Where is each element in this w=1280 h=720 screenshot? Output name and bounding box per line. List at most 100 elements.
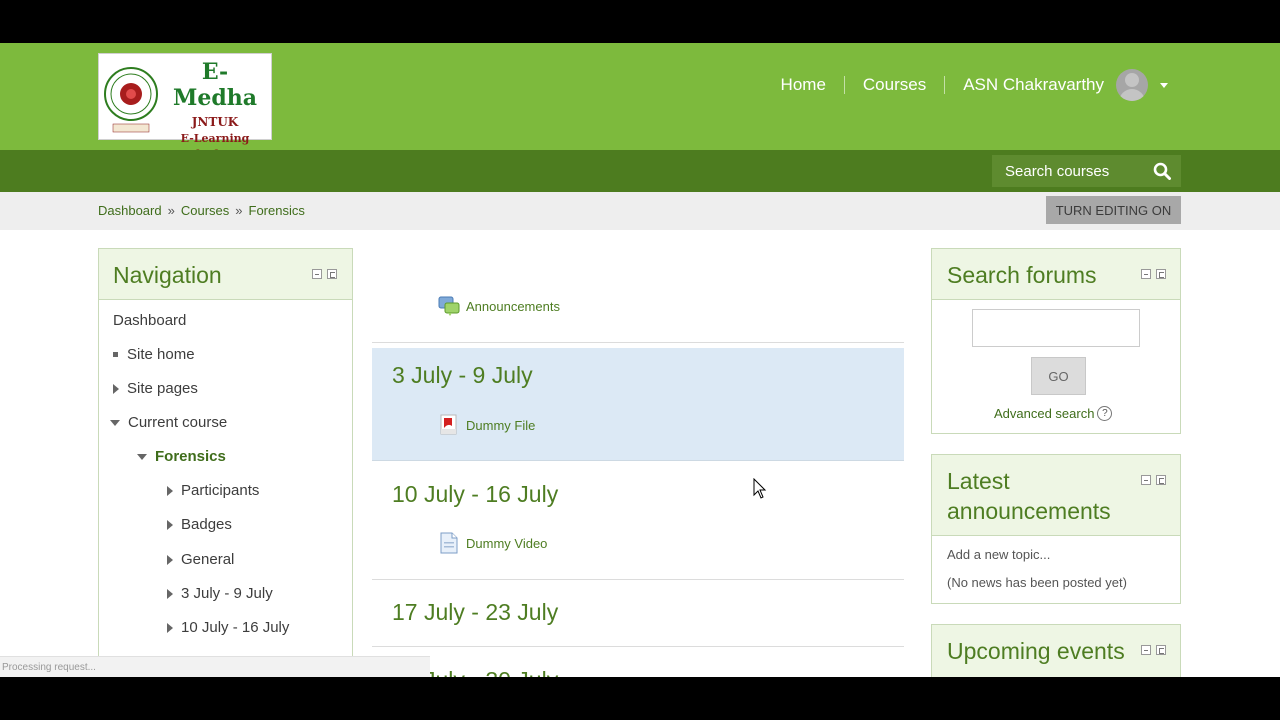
user-menu-name[interactable]: ASN Chakravarthy [963, 75, 1104, 95]
navigation-block-header: Navigation [99, 249, 352, 300]
expand-arrow-icon[interactable] [167, 622, 173, 633]
nav-item-label: Dashboard [113, 312, 187, 329]
go-button[interactable]: GO [1031, 357, 1086, 395]
section-title-week-1[interactable]: 3 July - 9 July [392, 362, 533, 389]
nav-item-label: Forensics [155, 448, 226, 465]
search-icon[interactable] [1153, 162, 1171, 180]
bullet-icon [113, 352, 118, 357]
expand-arrow-icon[interactable] [167, 554, 173, 565]
dock-icon[interactable] [327, 269, 337, 279]
breadcrumb-dashboard[interactable]: Dashboard [98, 203, 162, 218]
help-icon[interactable]: ? [1097, 406, 1113, 421]
forum-icon [438, 296, 460, 316]
collapse-arrow-icon[interactable] [110, 419, 120, 426]
site-logo[interactable]: E-Medha JNTUK E-Learning Platform [98, 53, 272, 161]
nav-item-label: General [181, 551, 235, 568]
section-divider [372, 579, 904, 580]
section-title-week-3[interactable]: 17 July - 23 July [392, 599, 558, 626]
navigation-block: Navigation Dashboard Site home Site page… [98, 248, 353, 677]
expand-arrow-icon[interactable] [167, 485, 173, 496]
latest-announcements-title: Latest announcements [947, 468, 1111, 524]
course-search-bar: Search courses [0, 150, 1280, 192]
activity-dummy-video[interactable]: Dummy Video [438, 532, 547, 554]
section-divider [372, 646, 904, 647]
breadcrumb-bar: Dashboard » Courses » Forensics TURN EDI… [0, 192, 1280, 230]
nav-item-label: 3 July - 9 July [181, 585, 273, 602]
nav-item-label: Badges [181, 516, 232, 533]
minimize-icon[interactable] [312, 269, 322, 279]
activity-label: Dummy File [466, 417, 536, 433]
browser-viewport: E-Medha JNTUK E-Learning Platform Home C… [0, 43, 1280, 677]
search-forums-block: Search forums GO Advanced search ? [931, 248, 1181, 434]
latest-announcements-header: Latest announcements [932, 455, 1180, 536]
section-title-week-2[interactable]: 10 July - 16 July [392, 481, 558, 508]
dock-icon[interactable] [1156, 645, 1166, 655]
nav-item-week-1[interactable]: 3 July - 9 July [167, 585, 273, 602]
nav-item-badges[interactable]: Badges [167, 516, 232, 533]
nav-divider [944, 76, 946, 94]
collapse-arrow-icon[interactable] [137, 453, 147, 460]
expand-arrow-icon[interactable] [113, 383, 119, 394]
search-courses-field[interactable]: Search courses [992, 155, 1181, 187]
activity-label: Announcements [466, 298, 560, 314]
pdf-icon [440, 414, 457, 435]
nav-item-label: Current course [128, 414, 228, 431]
logo-text: E-Medha JNTUK E-Learning Platform [161, 59, 269, 163]
section-divider [372, 342, 904, 343]
nav-item-label: Site pages [127, 380, 198, 397]
upcoming-events-block: Upcoming events [931, 624, 1181, 677]
activity-label: Dummy Video [466, 535, 548, 551]
minimize-icon[interactable] [1141, 645, 1151, 655]
nav-courses-link[interactable]: Courses [863, 75, 926, 95]
site-header: E-Medha JNTUK E-Learning Platform Home C… [0, 43, 1280, 161]
chevron-down-icon[interactable] [1160, 82, 1168, 88]
university-seal-icon [104, 67, 158, 133]
nav-item-participants[interactable]: Participants [167, 482, 259, 499]
browser-status-bar: Processing request... [0, 656, 430, 677]
activity-announcements[interactable]: Announcements [438, 295, 560, 317]
search-courses-placeholder: Search courses [1005, 162, 1110, 180]
expand-arrow-icon[interactable] [167, 519, 173, 530]
activity-dummy-file[interactable]: Dummy File [438, 414, 535, 436]
breadcrumb-courses[interactable]: Courses [181, 203, 229, 218]
breadcrumb-separator: » [235, 203, 243, 218]
upcoming-events-header: Upcoming events [932, 625, 1180, 677]
nav-item-current-course[interactable]: Current course [110, 414, 227, 431]
nav-item-dashboard[interactable]: Dashboard [113, 312, 186, 329]
mouse-cursor-icon [753, 478, 767, 499]
logo-title: E-Medha [173, 59, 257, 111]
search-forums-input[interactable] [972, 309, 1140, 347]
add-new-topic-link[interactable]: Add a new topic... [947, 547, 1050, 562]
search-forums-title: Search forums [947, 262, 1097, 288]
minimize-icon[interactable] [1141, 475, 1151, 485]
nav-item-week-2[interactable]: 10 July - 16 July [167, 619, 289, 636]
nav-divider [843, 76, 845, 94]
breadcrumb-forensics[interactable]: Forensics [249, 203, 305, 218]
no-news-text: (No news has been posted yet) [947, 575, 1127, 590]
minimize-icon[interactable] [1141, 269, 1151, 279]
latest-announcements-block: Latest announcements Add a new topic... … [931, 454, 1181, 604]
turn-editing-on-button[interactable]: TURN EDITING ON [1046, 196, 1181, 224]
nav-item-site-pages[interactable]: Site pages [113, 380, 198, 397]
top-navigation: Home Courses ASN Chakravarthy [781, 69, 1168, 101]
upcoming-events-title: Upcoming events [947, 638, 1125, 664]
file-icon [440, 532, 458, 554]
nav-item-forensics[interactable]: Forensics [137, 448, 226, 465]
nav-item-general[interactable]: General [167, 551, 234, 568]
advanced-search-link[interactable]: Advanced search ? [994, 406, 1113, 421]
search-forums-header: Search forums [932, 249, 1180, 300]
nav-item-label: Site home [127, 346, 195, 363]
logo-subtitle: JNTUK [191, 115, 239, 129]
navigation-block-title: Navigation [113, 262, 222, 288]
breadcrumb-separator: » [167, 203, 175, 218]
breadcrumb: Dashboard » Courses » Forensics [98, 203, 305, 218]
dock-icon[interactable] [1156, 269, 1166, 279]
nav-item-label: 10 July - 16 July [181, 619, 290, 636]
advanced-search-label: Advanced search [994, 406, 1095, 421]
nav-item-site-home[interactable]: Site home [113, 346, 195, 363]
user-avatar[interactable] [1116, 69, 1148, 101]
expand-arrow-icon[interactable] [167, 588, 173, 599]
nav-home-link[interactable]: Home [781, 75, 826, 95]
nav-item-label: Participants [181, 482, 260, 499]
dock-icon[interactable] [1156, 475, 1166, 485]
